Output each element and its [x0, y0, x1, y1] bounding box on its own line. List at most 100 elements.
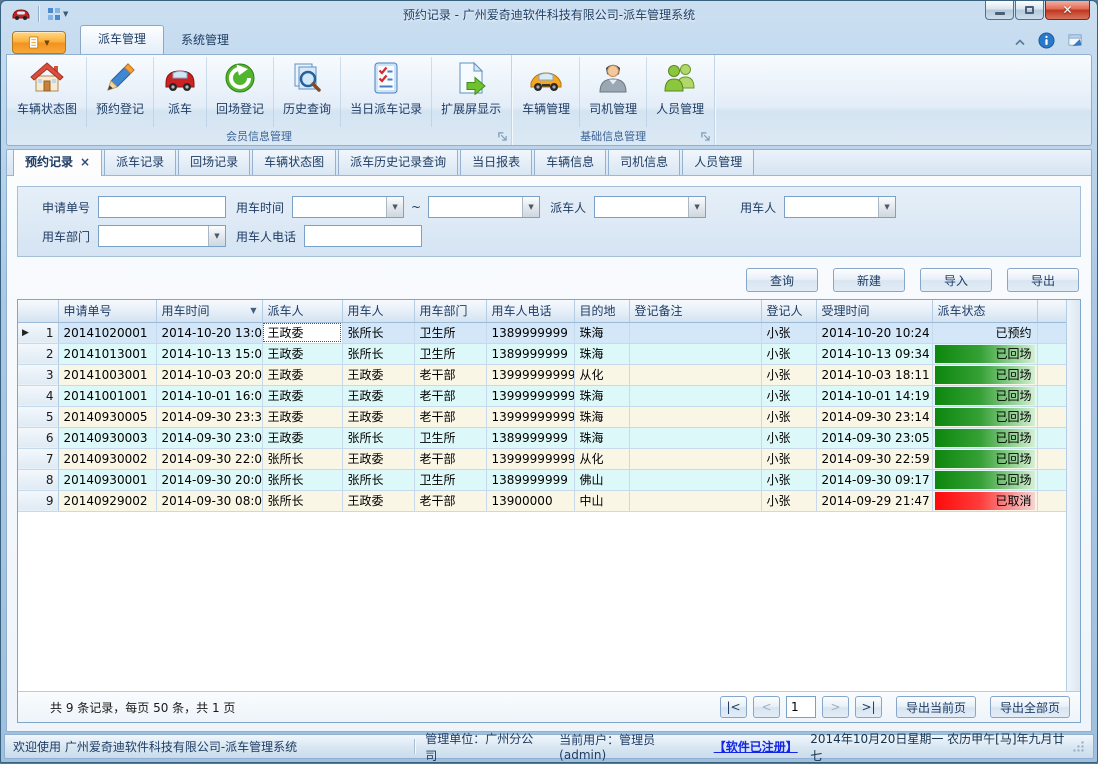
column-header-destination[interactable]: 目的地: [574, 300, 629, 322]
column-header-user[interactable]: 用车人: [342, 300, 414, 322]
cell-phone[interactable]: 1389999999: [486, 469, 574, 490]
ribbon-button-personnel-management[interactable]: 人员管理: [647, 57, 713, 127]
cell-use_time[interactable]: 2014-10-01 16:00: [156, 385, 262, 406]
cell-dispatcher[interactable]: 王政委: [262, 427, 342, 448]
cell-registrar[interactable]: 小张: [761, 427, 816, 448]
chevron-down-icon[interactable]: ▼: [688, 197, 705, 217]
cell-status[interactable]: 已回场: [932, 427, 1037, 448]
doc-tab-8[interactable]: 人员管理: [682, 149, 754, 175]
row-header[interactable]: 8: [18, 469, 58, 490]
cell-phone[interactable]: 1389999999: [486, 427, 574, 448]
dispatcher-combo[interactable]: ▼: [594, 196, 706, 218]
cell-dispatcher[interactable]: 王政委: [262, 343, 342, 364]
phone-input[interactable]: [304, 225, 422, 247]
resize-grip[interactable]: [1072, 740, 1085, 753]
column-header-accept_time[interactable]: 受理时间: [816, 300, 932, 322]
next-page-button[interactable]: >: [822, 696, 849, 718]
ribbon-button-extended-screen[interactable]: 扩展屏显示: [432, 57, 510, 127]
column-header-status[interactable]: 派车状态: [932, 300, 1037, 322]
cell-destination[interactable]: 珠海: [574, 385, 629, 406]
ribbon-button-vehicle-management[interactable]: 车辆管理: [513, 57, 580, 127]
cell-order_no[interactable]: 20141013001: [58, 343, 156, 364]
cell-order_no[interactable]: 20140930003: [58, 427, 156, 448]
ribbon-tab-system-management[interactable]: 系统管理: [164, 26, 246, 54]
row-header[interactable]: 5: [18, 406, 58, 427]
collapse-ribbon-icon[interactable]: [1014, 35, 1026, 49]
cell-accept_time[interactable]: 2014-09-30 22:59: [816, 448, 932, 469]
table-row-1[interactable]: ▶1201410200012014-10-20 13:00王政委张所长卫生所13…: [18, 322, 1066, 343]
cell-dispatcher[interactable]: 王政委: [262, 385, 342, 406]
column-header-phone[interactable]: 用车人电话: [486, 300, 574, 322]
cell-registrar[interactable]: 小张: [761, 448, 816, 469]
cell-phone[interactable]: 13999999999: [486, 406, 574, 427]
table-row-7[interactable]: 7201409300022014-09-30 22:00张所长王政委老干部139…: [18, 448, 1066, 469]
import-button[interactable]: 导入: [920, 268, 992, 292]
cell-dept[interactable]: 老干部: [414, 490, 486, 511]
table-row-8[interactable]: 8201409300012014-09-30 20:00张所长张所长卫生所138…: [18, 469, 1066, 490]
export-current-page-button[interactable]: 导出当前页: [896, 696, 976, 718]
last-page-button[interactable]: >|: [855, 696, 882, 718]
order-no-input[interactable]: [98, 196, 226, 218]
ribbon-tab-dispatch-management[interactable]: 派车管理: [80, 25, 164, 54]
cell-dispatcher[interactable]: 王政委: [262, 364, 342, 385]
cell-remark[interactable]: [629, 427, 761, 448]
cell-destination[interactable]: 珠海: [574, 322, 629, 343]
use-time-from-combo[interactable]: ▼: [292, 196, 404, 218]
page-number-input[interactable]: [786, 696, 816, 718]
cell-use_time[interactable]: 2014-09-30 22:00: [156, 448, 262, 469]
cell-user[interactable]: 王政委: [342, 385, 414, 406]
user-combo[interactable]: ▼: [784, 196, 896, 218]
column-header-use_time[interactable]: 用车时间▼: [156, 300, 262, 322]
cell-dept[interactable]: 老干部: [414, 448, 486, 469]
ribbon-button-dispatch[interactable]: 派车: [154, 57, 207, 127]
vertical-scrollbar[interactable]: [1066, 300, 1080, 691]
row-indicator-header[interactable]: [18, 300, 58, 322]
column-header-remark[interactable]: 登记备注: [629, 300, 761, 322]
cell-accept_time[interactable]: 2014-10-20 10:24: [816, 322, 932, 343]
cell-remark[interactable]: [629, 490, 761, 511]
ribbon-button-history-query[interactable]: 历史查询: [274, 57, 341, 127]
cell-dept[interactable]: 卫生所: [414, 427, 486, 448]
ribbon-button-return-register[interactable]: 回场登记: [207, 57, 274, 127]
cell-dispatcher[interactable]: 王政委: [262, 406, 342, 427]
cell-dept[interactable]: 卫生所: [414, 322, 486, 343]
row-header[interactable]: 7: [18, 448, 58, 469]
cell-order_no[interactable]: 20140930005: [58, 406, 156, 427]
cell-dispatcher[interactable]: 张所长: [262, 469, 342, 490]
doc-tab-3[interactable]: 车辆状态图: [252, 149, 336, 175]
row-header[interactable]: 9: [18, 490, 58, 511]
cell-remark[interactable]: [629, 343, 761, 364]
doc-tab-2[interactable]: 回场记录: [178, 149, 250, 175]
cell-user[interactable]: 王政委: [342, 406, 414, 427]
table-row-9[interactable]: 9201409290022014-09-30 08:00张所长王政委老干部139…: [18, 490, 1066, 511]
cell-use_time[interactable]: 2014-09-30 08:00: [156, 490, 262, 511]
cell-destination[interactable]: 珠海: [574, 427, 629, 448]
dept-combo[interactable]: ▼: [98, 225, 226, 247]
row-header[interactable]: 2: [18, 343, 58, 364]
cell-phone[interactable]: 13900000: [486, 490, 574, 511]
cell-remark[interactable]: [629, 406, 761, 427]
maximize-button[interactable]: [1015, 1, 1044, 20]
doc-tab-1[interactable]: 派车记录: [104, 149, 176, 175]
cell-status[interactable]: 已回场: [932, 469, 1037, 490]
first-page-button[interactable]: |<: [720, 696, 747, 718]
cell-status[interactable]: 已取消: [932, 490, 1037, 511]
skin-switch-icon[interactable]: [1067, 32, 1084, 52]
export-all-pages-button[interactable]: 导出全部页: [990, 696, 1070, 718]
cell-user[interactable]: 王政委: [342, 364, 414, 385]
ribbon-button-reservation-register[interactable]: 预约登记: [87, 57, 154, 127]
cell-accept_time[interactable]: 2014-09-30 23:05: [816, 427, 932, 448]
ribbon-button-driver-management[interactable]: 司机管理: [580, 57, 647, 127]
cell-remark[interactable]: [629, 469, 761, 490]
cell-use_time[interactable]: 2014-10-20 13:00: [156, 322, 262, 343]
cell-registrar[interactable]: 小张: [761, 322, 816, 343]
cell-status[interactable]: 已回场: [932, 385, 1037, 406]
column-header-dept[interactable]: 用车部门: [414, 300, 486, 322]
cell-destination[interactable]: 从化: [574, 364, 629, 385]
cell-user[interactable]: 王政委: [342, 448, 414, 469]
query-button[interactable]: 查询: [746, 268, 818, 292]
column-header-registrar[interactable]: 登记人: [761, 300, 816, 322]
cell-user[interactable]: 王政委: [342, 490, 414, 511]
table-row-6[interactable]: 6201409300032014-09-30 23:00王政委张所长卫生所138…: [18, 427, 1066, 448]
column-header-dispatcher[interactable]: 派车人: [262, 300, 342, 322]
